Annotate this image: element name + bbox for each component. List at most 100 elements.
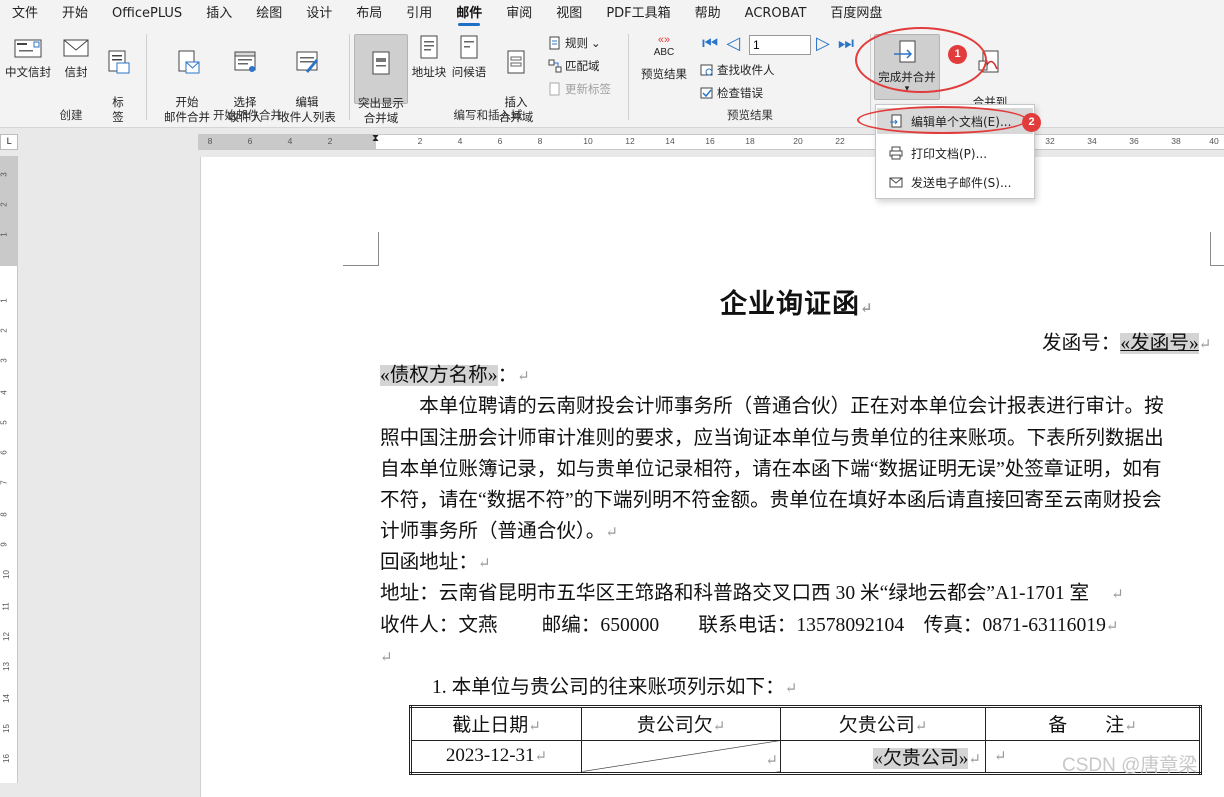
horizontal-ruler[interactable]: 8 6 4 2 ⧗ 2 4 6 8 10 12 14 16 18 20 22 3…: [198, 133, 1224, 150]
ruler-number: 8: [537, 136, 543, 146]
merge-field-owed-to-you[interactable]: «欠贵公司»: [873, 747, 969, 769]
tab-baidu-netdisk[interactable]: 百度网盘: [818, 0, 894, 28]
ruler-number: 22: [835, 136, 845, 146]
tab-officeplus[interactable]: OfficePLUS: [100, 0, 194, 28]
ruler-number: 4: [0, 390, 9, 395]
match-fields-button[interactable]: 匹配域: [548, 57, 600, 75]
tab-draw[interactable]: 绘图: [244, 0, 294, 28]
tab-view[interactable]: 视图: [544, 0, 594, 28]
chinese-envelope-icon: [14, 39, 42, 58]
ruler-number: 3: [0, 358, 9, 363]
paragraph-mark: ↵: [1198, 337, 1212, 353]
tab-pdf-toolbox[interactable]: PDF工具箱: [594, 0, 682, 28]
tab-selector[interactable]: L: [0, 134, 18, 150]
paragraph-mark: ↵: [605, 525, 618, 541]
step-badge-1: 1: [948, 45, 967, 64]
ruler-number: 2: [0, 202, 9, 207]
crop-mark: [378, 232, 379, 266]
tab-help[interactable]: 帮助: [683, 0, 733, 28]
tab-design[interactable]: 设计: [294, 0, 344, 28]
indent-marker[interactable]: ⧗: [372, 133, 379, 144]
ruler-number: 3: [0, 172, 9, 177]
first-record-icon[interactable]: ⏮: [702, 33, 718, 54]
greeting-line-icon: [460, 35, 478, 59]
last-record-icon[interactable]: ⏭: [838, 33, 854, 54]
group-label-write-insert: 编写和插入域: [453, 108, 523, 122]
address-block-button[interactable]: 地址块: [410, 34, 448, 80]
group-write-insert: 突出显示 合并域 地址块 问候语 插入 合并域 规则 ⌄ 匹配域 更新标签 编写和…: [352, 30, 624, 126]
ruler-number: 12: [1, 632, 11, 641]
update-labels-icon: [549, 82, 560, 96]
update-labels-button[interactable]: 更新标签: [548, 80, 611, 98]
ruler-number: 7: [0, 480, 9, 485]
table-header-cell[interactable]: 截止日期↵: [410, 706, 582, 741]
ruler-number: 2: [417, 136, 423, 146]
group-divider: [628, 34, 629, 120]
record-number-input[interactable]: [749, 35, 811, 55]
tab-insert[interactable]: 插入: [194, 0, 244, 28]
table-header-cell[interactable]: 备 注↵: [985, 706, 1201, 741]
ruler-number: 2: [327, 136, 333, 146]
ruler-number: 18: [745, 136, 755, 146]
ruler-number: 12: [625, 136, 635, 146]
creditor-line: «债权方名称»：↵: [380, 365, 530, 386]
paragraph-mark: ↵: [1111, 587, 1124, 603]
tab-file[interactable]: 文件: [0, 0, 50, 28]
paragraph-mark: ↵: [784, 681, 798, 697]
send-email-item[interactable]: 发送电子邮件(S)...: [877, 169, 1033, 195]
print-documents-item[interactable]: 打印文档(P)...: [877, 140, 1033, 166]
address-line: 地址：云南省昆明市五华区王筇路和科普路交叉口西 30 米“绿地云都会”A1-17…: [380, 583, 1124, 604]
ruler-number: 11: [1, 602, 11, 611]
greeting-line-button[interactable]: 问候语: [450, 34, 488, 80]
tab-acrobat[interactable]: ACROBAT: [733, 0, 819, 28]
highlight-merge-fields-button[interactable]: 突出显示 合并域: [354, 34, 408, 125]
body-line: 本单位聘请的云南财投会计师事务所（普通合伙）正在对本单位会计报表进行审计。按: [380, 396, 1164, 417]
table-cell[interactable]: 2023-12-31↵: [410, 739, 582, 774]
table-header-row: 截止日期↵ 贵公司欠↵ 欠贵公司↵ 备 注↵: [410, 706, 1201, 741]
paragraph-mark: ↵: [860, 301, 874, 317]
ruler-number: 32: [1045, 136, 1055, 146]
rules-button[interactable]: 规则 ⌄: [548, 34, 601, 52]
next-record-icon[interactable]: ▷: [816, 33, 830, 54]
envelope-icon: [63, 39, 89, 57]
tab-layout[interactable]: 布局: [344, 0, 394, 28]
arrows-icon: «»: [657, 34, 671, 46]
body-line: 不符，请在“数据不符”的下端列明不符金额。贵单位在填好本函后请直接回寄至云南财投…: [380, 490, 1162, 511]
tab-home[interactable]: 开始: [50, 0, 100, 28]
ruler-number: 20: [793, 136, 803, 146]
ruler-number: 9: [0, 542, 9, 547]
preview-results-button[interactable]: «» ABC 预览结果: [636, 34, 692, 82]
record-navigation-forward: ▷ ⏭: [816, 33, 854, 54]
table-cell[interactable]: «欠贵公司»↵: [780, 739, 986, 774]
merge-field-creditor-name[interactable]: «债权方名称»: [380, 365, 498, 386]
table-header-cell[interactable]: 贵公司欠↵: [581, 706, 781, 741]
envelopes-button[interactable]: 信封: [58, 34, 94, 80]
find-recipient-button[interactable]: 查找收件人: [700, 61, 775, 79]
tab-mailings[interactable]: 邮件: [444, 0, 494, 28]
rules-icon: [549, 36, 560, 50]
vertical-ruler[interactable]: 3 2 1 1 2 3 4 5 6 7 8 9 10 11 12 13 14 1…: [0, 156, 18, 783]
group-start-merge: 开始 邮件合并 选择 收件人 编辑 收件人列表 开始邮件合并: [150, 30, 345, 126]
crop-mark: [343, 265, 379, 266]
previous-record-icon[interactable]: ◁: [726, 33, 740, 54]
body-line: 照中国注册会计师审计准则的要求，应当询证本单位与贵单位的往来账项。下表所列数据出: [380, 428, 1164, 449]
group-label-start-merge: 开始邮件合并: [213, 108, 282, 122]
paragraph-mark: ↵: [517, 369, 530, 385]
ruler-number: 13: [1, 662, 11, 671]
ruler-number: 34: [1087, 136, 1097, 146]
chevron-down-icon: ⌄: [591, 36, 601, 50]
table-header-cell[interactable]: 欠贵公司↵: [780, 706, 986, 741]
check-errors-button[interactable]: 检查错误: [700, 84, 763, 102]
group-label-preview: 预览结果: [727, 108, 773, 122]
tab-references[interactable]: 引用: [394, 0, 444, 28]
merge-field-ref-number[interactable]: «发函号»: [1120, 333, 1199, 354]
chinese-envelope-button[interactable]: 中文信封: [3, 34, 53, 80]
ruler-number: 8: [0, 512, 9, 517]
empty-line: ↵: [380, 641, 393, 674]
table-cell-diagonal[interactable]: ↵: [581, 739, 781, 774]
ruler-number: 10: [1, 570, 11, 579]
tab-review[interactable]: 审阅: [494, 0, 544, 28]
printer-icon: [889, 146, 903, 160]
address-block-icon: [420, 35, 438, 59]
record-navigation: ⏮ ◁: [702, 33, 740, 54]
